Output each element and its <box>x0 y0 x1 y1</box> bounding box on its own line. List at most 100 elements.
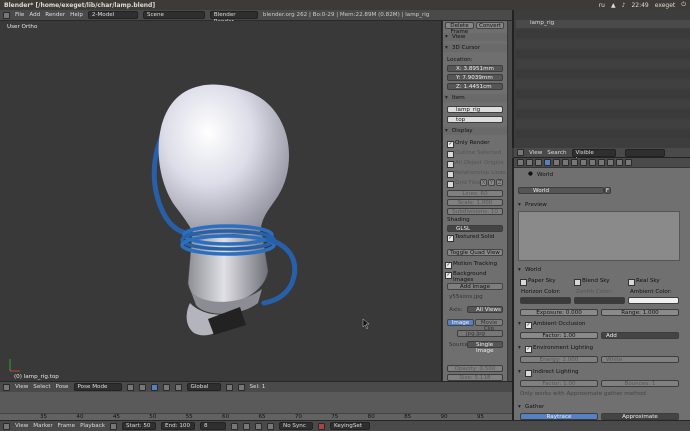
play-reverse-icon[interactable] <box>243 422 251 430</box>
grid-lines-field[interactable]: Lines: 60 <box>447 190 503 197</box>
indirect-factor-field[interactable]: Factor: 1.00 <box>520 380 598 387</box>
raytrace-tab[interactable]: Raytrace <box>520 413 598 420</box>
paper-sky-checkbox[interactable]: Paper Sky <box>520 278 556 286</box>
mode-selector[interactable]: Pose Mode <box>73 383 122 391</box>
only-render-checkbox[interactable]: Only Render <box>447 140 490 148</box>
current-frame-field[interactable]: 8 <box>200 422 227 430</box>
panel-indirect-lighting[interactable]: Indirect Lighting <box>516 368 686 376</box>
editor-type-icon[interactable] <box>3 383 10 391</box>
approximate-tab[interactable]: Approximate <box>601 413 679 420</box>
cursor-z-field[interactable]: Z: 1.4451cm <box>447 83 503 90</box>
grid-axis-z[interactable]: Z <box>496 179 503 186</box>
panel-world[interactable]: World <box>516 266 686 274</box>
panel-preview[interactable]: Preview <box>516 201 686 209</box>
user-name[interactable]: exeget <box>655 2 676 9</box>
motion-tracking-checkbox[interactable]: Motion Tracking <box>445 261 497 269</box>
convert-button[interactable]: Convert <box>476 22 504 29</box>
constraint-tab-icon[interactable] <box>562 159 569 166</box>
outline-selected-checkbox[interactable]: Outline Selected <box>447 150 501 158</box>
sync-selector[interactable]: No Sync <box>279 422 314 430</box>
menu-view[interactable]: View <box>15 423 28 429</box>
editor-type-icon[interactable] <box>517 149 524 156</box>
modifier-tab-icon[interactable] <box>571 159 578 166</box>
item-bone-field[interactable]: top <box>447 116 503 123</box>
opacity-field[interactable]: Opacity: 0.500 <box>447 365 503 372</box>
menu-playback[interactable]: Playback <box>80 423 105 429</box>
shading-dropdown[interactable]: GLSL <box>447 225 503 232</box>
grid-axis-x[interactable]: X <box>480 179 487 186</box>
cursor-x-field[interactable]: X: 3.8951mm <box>447 65 503 72</box>
layout-selector[interactable]: 2-Model <box>87 11 138 19</box>
start-frame-field[interactable]: Start: 50 <box>122 422 157 430</box>
env-energy-field[interactable]: Energy: 1.000 <box>520 356 598 363</box>
outliner-row[interactable]: lamp_rig <box>516 20 690 28</box>
menu-frame[interactable]: Frame <box>58 423 75 429</box>
play-icon[interactable] <box>255 422 263 430</box>
orientation-selector[interactable]: Global <box>186 383 221 391</box>
record-icon[interactable] <box>110 422 118 430</box>
pivot-icon[interactable] <box>138 383 146 391</box>
volume-icon[interactable]: ♪ <box>622 2 626 9</box>
bone-tab-icon[interactable] <box>589 159 596 166</box>
grid-axis-y[interactable]: Y <box>488 179 495 186</box>
relationship-lines-checkbox[interactable]: Relationship Lines <box>447 170 506 178</box>
world-datablock[interactable]: World <box>518 187 604 194</box>
menu-view[interactable]: View <box>529 150 542 156</box>
menu-file[interactable]: File <box>15 12 24 18</box>
scene-selector[interactable]: Scene <box>142 11 205 19</box>
grid-subdivisions-field[interactable]: Subdivisions: 10 <box>447 208 503 215</box>
env-color-dropdown[interactable]: White <box>601 356 679 363</box>
all-object-origins-checkbox[interactable]: All Object Origins <box>447 160 504 168</box>
panel-environment-lighting[interactable]: Environment Lighting <box>516 344 686 352</box>
ambient-color-swatch[interactable] <box>628 297 679 304</box>
movie-clip-tab[interactable]: Movie Clip <box>475 319 503 332</box>
grid-scale-field[interactable]: Scale: 1.000 <box>447 199 503 206</box>
layer-icon[interactable] <box>225 383 233 391</box>
world-tab-icon[interactable] <box>544 159 551 166</box>
jump-start-icon[interactable] <box>231 422 239 430</box>
environment-lighting-checkbox[interactable]: Environment Lighting <box>525 345 593 351</box>
exposure-field[interactable]: Exposure: 0.000 <box>520 309 598 316</box>
menu-view[interactable]: View <box>15 384 28 390</box>
panel-item[interactable]: Item <box>443 94 507 102</box>
size-field[interactable]: Size: 5.118 <box>447 374 503 381</box>
horizon-color-swatch[interactable] <box>520 297 571 304</box>
menu-pose[interactable]: Pose <box>56 384 69 390</box>
menu-render[interactable]: Render <box>45 12 65 18</box>
range-field[interactable]: Range: 1.000 <box>601 309 679 316</box>
menu-add[interactable]: Add <box>29 12 40 18</box>
render-tab-icon[interactable] <box>526 159 533 166</box>
render-engine-selector[interactable]: Blender Render <box>209 11 258 25</box>
ambient-occlusion-checkbox[interactable]: Ambient Occlusion <box>525 321 585 327</box>
menu-help[interactable]: Help <box>70 12 83 18</box>
grid-floor-checkbox[interactable]: Grid Floor <box>447 180 482 188</box>
keyingset-selector[interactable]: KeyingSet <box>330 422 371 430</box>
physics-tab-icon[interactable] <box>625 159 632 166</box>
panel-ambient-occlusion[interactable]: Ambient Occlusion <box>516 320 686 328</box>
editor-type-icon[interactable] <box>3 11 10 19</box>
translate-icon[interactable] <box>162 383 170 391</box>
item-name-field[interactable]: lamp_rig <box>447 106 503 113</box>
outliner-item-label[interactable]: lamp_rig <box>516 20 554 26</box>
menu-search[interactable]: Search <box>547 150 566 156</box>
rotate-icon[interactable] <box>174 383 182 391</box>
menu-marker[interactable]: Marker <box>33 423 52 429</box>
fake-user-button[interactable]: F <box>604 187 611 194</box>
jump-end-icon[interactable] <box>267 422 275 430</box>
wifi-icon[interactable]: ▲ <box>611 2 616 9</box>
timeline-ruler[interactable]: 35 40 45 50 55 60 65 70 75 80 85 90 95 <box>0 413 512 420</box>
panel-display[interactable]: Display <box>443 127 507 135</box>
ao-mode-dropdown[interactable]: Add <box>601 332 679 339</box>
toggle-quad-view-button[interactable]: Toggle Quad View <box>447 249 503 256</box>
texture-tab-icon[interactable] <box>607 159 614 166</box>
manipulator-icon[interactable] <box>150 383 158 391</box>
blend-sky-checkbox[interactable]: Blend Sky <box>574 278 610 286</box>
axis-dropdown[interactable]: All Views <box>467 306 503 313</box>
auto-key-icon[interactable] <box>318 422 326 430</box>
delete-frame-button[interactable]: Delete Frame <box>445 22 474 35</box>
add-image-button[interactable]: Add Image <box>447 283 503 290</box>
panel-view[interactable]: View <box>443 33 507 41</box>
data-tab-icon[interactable] <box>580 159 587 166</box>
language-indicator[interactable]: ru <box>599 2 605 9</box>
panel-3d-cursor[interactable]: 3D Cursor <box>443 44 507 52</box>
